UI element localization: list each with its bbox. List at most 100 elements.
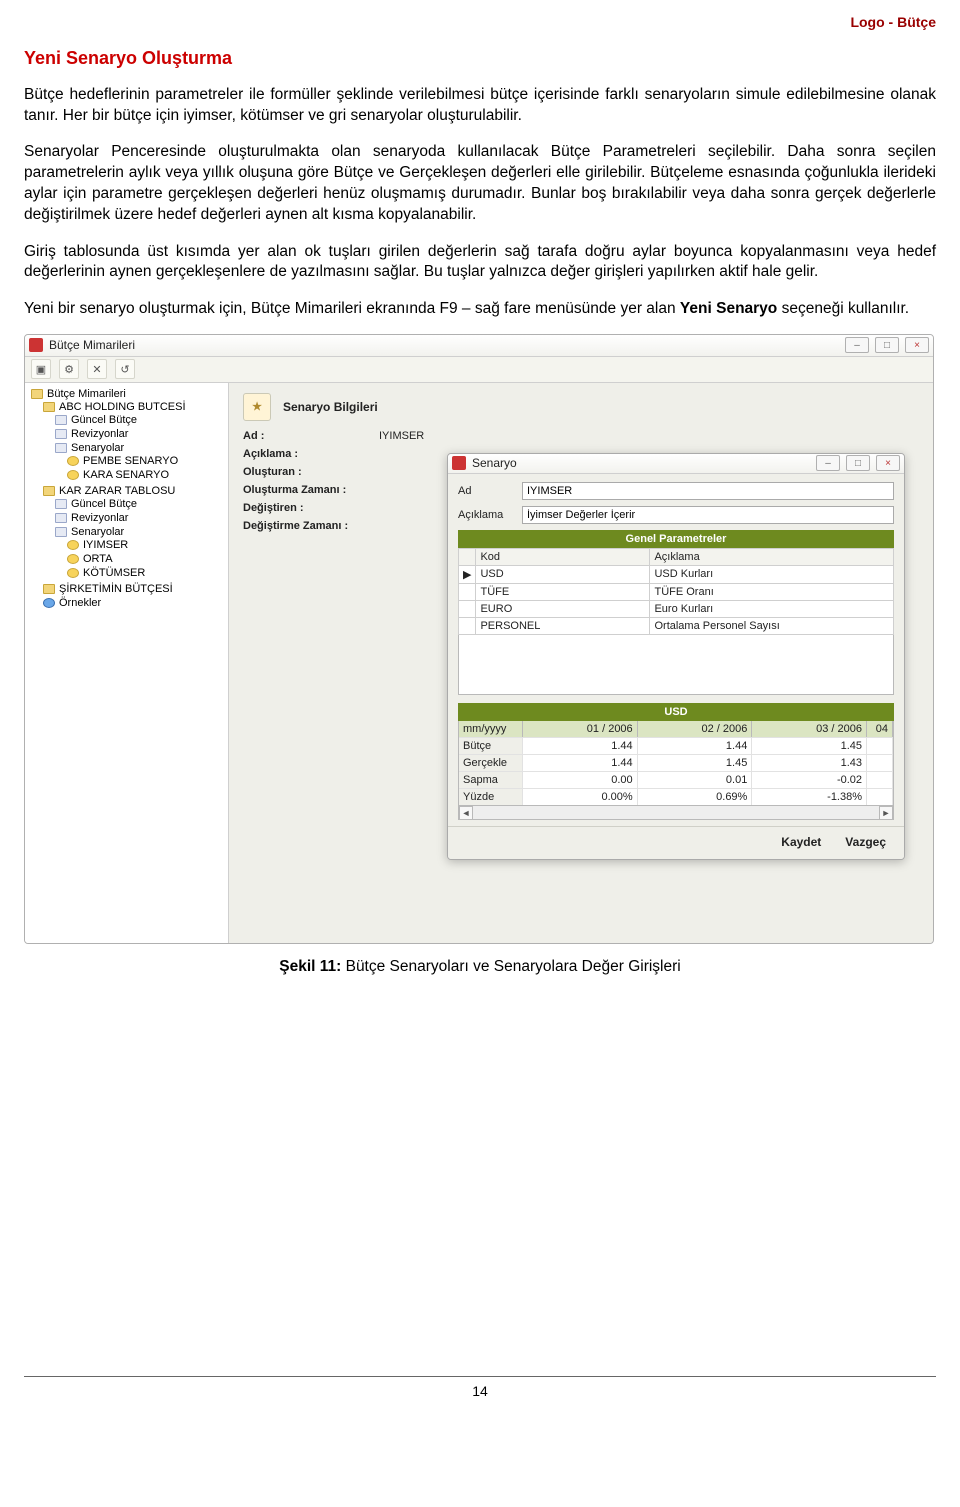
tree-item-label: ABC HOLDING BUTCESİ [59,401,186,413]
tree-item[interactable]: Senaryolar IYIMSER ORTA KÖTÜMSER [55,525,224,581]
tree-item[interactable]: Örnekler [43,596,224,610]
window-titlebar[interactable]: Bütçe Mimarileri – □ × [25,335,933,357]
close-button[interactable]: × [905,337,929,353]
usd-col-mm[interactable]: mm/yyyy [459,721,523,737]
usd-col-2[interactable]: 02 / 2006 [638,721,753,737]
param-aciklama: USD Kurları [650,565,894,583]
table-row[interactable]: TÜFETÜFE Oranı [459,583,894,600]
info-ad-label: Ad : [243,430,373,442]
usd-grid: mm/yyyy 01 / 2006 02 / 2006 03 / 2006 04… [458,721,894,820]
scenario-app-icon [452,456,466,470]
usd-cell[interactable]: 1.45 [752,737,867,754]
scenario-maximize-button[interactable]: □ [846,455,870,471]
cancel-button[interactable]: Vazgeç [845,835,886,849]
scroll-right-icon[interactable]: ► [879,806,893,820]
tree-item[interactable]: Revizyonlar [55,511,224,525]
table-row[interactable]: Bütçe 1.44 1.44 1.45 [459,737,893,754]
param-aciklama: TÜFE Oranı [650,583,894,600]
tree-item-label: KAR ZARAR TABLOSU [59,485,175,497]
tree-item[interactable]: PEMBE SENARYO [67,454,224,468]
app-window: Bütçe Mimarileri – □ × ▣ ⚙ ✕ ↺ Bütçe Mim… [24,334,934,944]
usd-scrollbar[interactable]: ◄ ► [459,805,893,819]
figure-caption: Şekil 11: Bütçe Senaryoları ve Senaryola… [24,958,936,976]
paragraph-1: Bütçe hedeflerinin parametreler ile form… [24,85,936,127]
tree-item[interactable]: IYIMSER [67,538,224,552]
param-kod: EURO [476,600,650,617]
table-row[interactable]: Gerçekle 1.44 1.45 1.43 [459,754,893,771]
tree-item[interactable]: Revizyonlar [55,427,224,441]
tree-item[interactable]: Güncel Bütçe [55,413,224,427]
table-row[interactable]: ▶USDUSD Kurları [459,565,894,583]
param-kod: TÜFE [476,583,650,600]
scroll-left-icon[interactable]: ◄ [459,806,473,820]
tree-item-label: IYIMSER [83,539,128,551]
usd-col-1[interactable]: 01 / 2006 [523,721,638,737]
table-row[interactable]: PERSONELOrtalama Personel Sayısı [459,617,894,634]
figure-caption-text: Bütçe Senaryoları ve Senaryolara Değer G… [341,958,680,975]
toolbar-btn-3[interactable]: ✕ [87,359,107,379]
info-panel-title: Senaryo Bilgileri [283,400,378,414]
usd-cell[interactable] [867,737,893,754]
tree-item[interactable]: Güncel Bütçe [55,497,224,511]
paragraph-4: Yeni bir senaryo oluşturmak için, Bütçe … [24,299,936,320]
usd-cell[interactable]: 0.00 [523,771,638,788]
usd-cell[interactable]: 0.00% [523,788,638,805]
usd-cell[interactable]: 1.45 [638,754,753,771]
tree-item[interactable]: ABC HOLDING BUTCESİ Güncel Bütçe Revizyo… [43,400,224,484]
tree-item-label: PEMBE SENARYO [83,455,178,467]
table-row[interactable]: Yüzde 0.00% 0.69% -1.38% [459,788,893,805]
tree-item-label: Örnekler [59,597,101,609]
usd-row-label: Bütçe [459,737,523,754]
info-aciklama-label: Açıklama : [243,448,373,460]
scenario-close-button[interactable]: × [876,455,900,471]
window-title: Bütçe Mimarileri [49,338,135,352]
save-button[interactable]: Kaydet [781,835,821,849]
usd-cell[interactable]: 1.44 [638,737,753,754]
usd-grid-title: USD [458,703,894,721]
usd-cell[interactable]: -0.02 [752,771,867,788]
tree-item-label: Revizyonlar [71,428,128,440]
minimize-button[interactable]: – [845,337,869,353]
tree-root-label: Bütçe Mimarileri [47,388,126,400]
tree-item-label: KÖTÜMSER [83,567,145,579]
usd-cell[interactable]: 1.43 [752,754,867,771]
toolbar: ▣ ⚙ ✕ ↺ [25,357,933,383]
usd-cell[interactable]: -1.38% [752,788,867,805]
usd-cell[interactable] [867,788,893,805]
usd-cell[interactable]: 1.44 [523,737,638,754]
param-aciklama: Euro Kurları [650,600,894,617]
tree-item[interactable]: KÖTÜMSER [67,566,224,580]
usd-cell[interactable]: 0.01 [638,771,753,788]
table-row[interactable]: EUROEuro Kurları [459,600,894,617]
toolbar-btn-1[interactable]: ▣ [31,359,51,379]
page-number: 14 [472,1383,488,1399]
scenario-minimize-button[interactable]: – [816,455,840,471]
usd-cell[interactable]: 1.44 [523,754,638,771]
scenario-ad-input[interactable] [522,482,894,500]
paragraph-2: Senaryolar Penceresinde oluşturulmakta o… [24,142,936,226]
usd-cell[interactable]: 0.69% [638,788,753,805]
scenario-aciklama-input[interactable] [522,506,894,524]
usd-cell[interactable] [867,754,893,771]
usd-col-3[interactable]: 03 / 2006 [752,721,867,737]
usd-col-4[interactable]: 04 [867,721,893,737]
toolbar-btn-4[interactable]: ↺ [115,359,135,379]
toolbar-btn-2[interactable]: ⚙ [59,359,79,379]
tree-item[interactable]: ORTA [67,552,224,566]
tree-root[interactable]: Bütçe Mimarileri ABC HOLDING BUTCESİ Gün… [31,387,224,611]
info-icon: ★ [243,393,271,421]
params-col-kod[interactable]: Kod [476,548,650,565]
tree-item[interactable]: KARA SENARYO [67,468,224,482]
tree-item-label: Revizyonlar [71,512,128,524]
params-col-aciklama[interactable]: Açıklama [650,548,894,565]
tree-item[interactable]: KAR ZARAR TABLOSU Güncel Bütçe Revizyonl… [43,484,224,582]
tree-item-label: ŞİRKETİMİN BÜTÇESİ [59,583,173,595]
tree-item[interactable]: Senaryolar PEMBE SENARYO KARA SENARYO [55,441,224,483]
tree-item[interactable]: ŞİRKETİMİN BÜTÇESİ [43,582,224,596]
param-kod: USD [476,565,650,583]
scenario-titlebar[interactable]: Senaryo – □ × [448,454,904,474]
usd-cell[interactable] [867,771,893,788]
table-row[interactable]: Sapma 0.00 0.01 -0.02 [459,771,893,788]
params-grid-title: Genel Parametreler [458,530,894,548]
maximize-button[interactable]: □ [875,337,899,353]
